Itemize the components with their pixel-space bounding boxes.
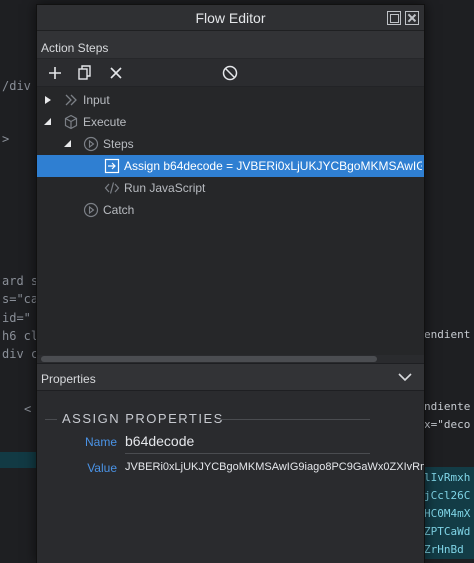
flow-editor-window: Flow Editor Action Steps Input Execute S… (36, 4, 425, 563)
play-circle-icon (83, 202, 99, 218)
value-field[interactable]: JVBERi0xLjUKJYCBgoMKMSAwIG9iago8PC9GaWx0… (125, 461, 424, 473)
properties-header-label: Properties (41, 372, 96, 386)
tree-item-run-javascript[interactable]: Run JavaScript (37, 177, 424, 199)
value-label: Value (87, 461, 117, 475)
code-line: h6 cl (2, 329, 39, 343)
code-line: > (2, 132, 10, 146)
expand-arrow-icon[interactable] (45, 96, 51, 104)
collapse-arrow-icon[interactable] (64, 140, 71, 147)
code-line: s="ca (2, 292, 39, 306)
code-line: ard s (2, 274, 39, 288)
scrollbar-thumb[interactable] (41, 356, 377, 362)
divider (45, 419, 57, 420)
tree-item-catch[interactable]: Catch (37, 199, 424, 221)
code-line-right: ZPTCaWd (424, 525, 471, 538)
divider (220, 419, 370, 420)
name-field[interactable]: b64decode (125, 433, 370, 454)
properties-panel: ASSIGN PROPERTIES Name b64decode Value J… (37, 391, 424, 563)
delete-icon[interactable] (107, 64, 125, 82)
tree-item-label: Assign b64decode = JVBERi0xLjUKJYCBgoMKM… (124, 159, 422, 173)
action-steps-header: Action Steps (37, 31, 424, 59)
tree-item-steps[interactable]: Steps (37, 133, 424, 155)
tree-item-assign[interactable]: Assign b64decode = JVBERi0xLjUKJYCBgoMKM… (37, 155, 424, 177)
action-steps-toolbar (37, 59, 424, 87)
restore-icon[interactable] (387, 11, 401, 25)
duplicate-icon[interactable] (76, 64, 94, 82)
steps-tree: Input Execute Steps Assign b64decode = J… (37, 87, 424, 363)
code-line-right: endient (424, 328, 471, 341)
tree-item-label: Steps (103, 137, 134, 151)
code-line: id=" (2, 311, 31, 325)
input-chevrons-icon (65, 94, 77, 106)
tree-item-label: Execute (83, 115, 127, 129)
code-line-right: jCcl26C (424, 489, 471, 502)
title-bar[interactable]: Flow Editor (37, 5, 424, 31)
code-line-right: ndiente (424, 400, 471, 413)
close-icon[interactable] (405, 11, 419, 25)
code-icon (104, 182, 120, 194)
tree-item-execute[interactable]: Execute (37, 111, 424, 133)
disable-icon[interactable] (221, 64, 239, 82)
code-line-right: ZrHnBd (424, 543, 464, 556)
code-line-right: HC0M4mX (424, 507, 471, 520)
code-line: /div (2, 79, 31, 93)
assign-properties-title: ASSIGN PROPERTIES (62, 411, 224, 426)
collapse-arrow-icon[interactable] (44, 118, 51, 125)
tree-item-label: Input (83, 93, 110, 107)
tree-item-label: Catch (103, 203, 135, 217)
code-line: < (24, 402, 32, 416)
window-title: Flow Editor (195, 10, 266, 26)
tree-item-input[interactable]: Input (37, 89, 424, 111)
add-icon[interactable] (46, 64, 64, 82)
horizontal-scrollbar[interactable] (37, 355, 424, 363)
properties-header[interactable]: Properties (37, 363, 424, 391)
cube-icon (64, 114, 78, 130)
code-line-right: x="deco (424, 418, 471, 431)
code-line: div c (2, 347, 39, 361)
name-label: Name (84, 435, 117, 449)
play-circle-icon (83, 136, 99, 152)
chevron-down-icon[interactable] (398, 370, 412, 384)
code-line-right: lIvRmxh (424, 471, 471, 484)
tree-item-label: Run JavaScript (124, 181, 206, 195)
assign-icon (104, 158, 120, 174)
code-highlight-band (0, 452, 36, 468)
